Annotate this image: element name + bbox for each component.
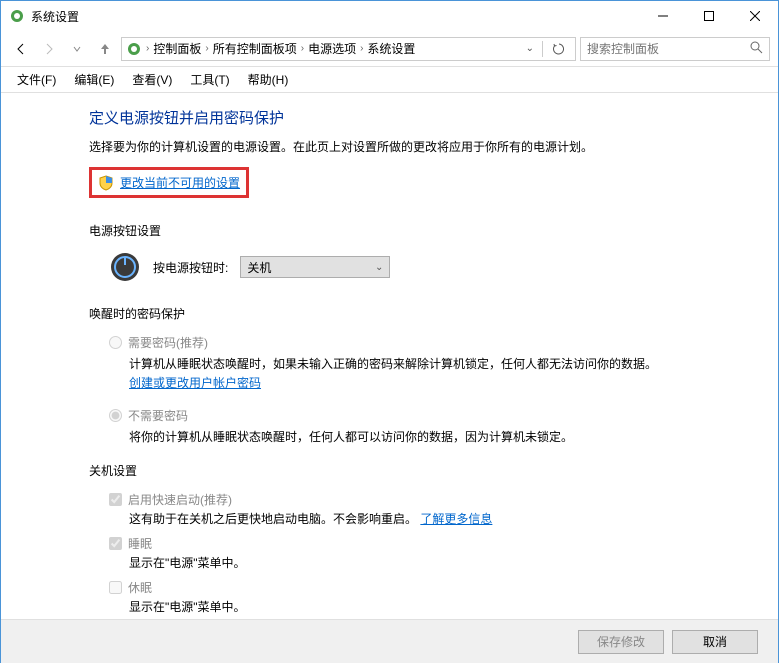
up-button[interactable]: [93, 37, 117, 61]
shield-icon: [98, 175, 114, 191]
save-button[interactable]: 保存修改: [578, 630, 664, 654]
control-panel-icon: [126, 41, 142, 57]
recent-dropdown[interactable]: [65, 37, 89, 61]
menubar: 文件(F) 编辑(E) 查看(V) 工具(T) 帮助(H): [1, 67, 778, 93]
back-button[interactable]: [9, 37, 33, 61]
breadcrumb-item[interactable]: 所有控制面板项: [209, 40, 301, 57]
menu-file[interactable]: 文件(F): [9, 68, 64, 91]
power-button-dropdown[interactable]: 关机 ⌄: [240, 256, 390, 278]
minimize-button[interactable]: [640, 1, 686, 31]
check-fastboot-desc: 这有助于在关机之后更快地启动电脑。不会影响重启。 了解更多信息: [129, 510, 748, 527]
check-hibernate: 休眠: [109, 579, 748, 596]
check-hibernate-input[interactable]: [109, 581, 122, 594]
chevron-down-icon: ⌄: [375, 262, 383, 273]
content-area: 定义电源按钮并启用密码保护 选择要为你的计算机设置的电源设置。在此页上对设置所做…: [1, 93, 778, 619]
page-subheading: 选择要为你的计算机设置的电源设置。在此页上对设置所做的更改将应用于你所有的电源计…: [89, 138, 748, 155]
page-heading: 定义电源按钮并启用密码保护: [89, 107, 748, 128]
breadcrumb-item[interactable]: 电源选项: [304, 40, 360, 57]
check-fastboot-label: 启用快速启动(推荐): [128, 491, 232, 508]
search-box[interactable]: [580, 37, 770, 61]
navbar: › 控制面板 › 所有控制面板项 › 电源选项 › 系统设置 ⌄: [1, 31, 778, 67]
footer: 保存修改 取消: [1, 619, 778, 663]
radio-require-password: 需要密码(推荐): [109, 334, 748, 351]
close-button[interactable]: [732, 1, 778, 31]
power-options-icon: [9, 8, 25, 24]
radio-require-label: 需要密码(推荐): [128, 334, 208, 351]
learn-more-link[interactable]: 了解更多信息: [420, 512, 492, 526]
power-button-section-title: 电源按钮设置: [89, 222, 748, 239]
change-unavailable-settings-link[interactable]: 更改当前不可用的设置: [120, 174, 240, 191]
shutdown-section-title: 关机设置: [89, 462, 748, 479]
breadcrumb-item[interactable]: 控制面板: [149, 40, 205, 57]
menu-help[interactable]: 帮助(H): [240, 68, 297, 91]
cancel-button[interactable]: 取消: [672, 630, 758, 654]
forward-button[interactable]: [37, 37, 61, 61]
check-hibernate-desc: 显示在"电源"菜单中。: [129, 598, 748, 615]
check-sleep: 睡眠: [109, 535, 748, 552]
radio-no-password: 不需要密码: [109, 407, 748, 424]
wakeup-section-title: 唤醒时的密码保护: [89, 305, 748, 322]
menu-tools[interactable]: 工具(T): [182, 68, 237, 91]
power-button-label: 按电源按钮时:: [153, 259, 228, 276]
power-button-row: 按电源按钮时: 关机 ⌄: [109, 251, 748, 283]
check-fastboot-input[interactable]: [109, 493, 122, 506]
menu-view[interactable]: 查看(V): [124, 68, 180, 91]
power-button-value: 关机: [247, 259, 271, 276]
radio-no-desc: 将你的计算机从睡眠状态唤醒时，任何人都可以访问你的数据，因为计算机未锁定。: [129, 428, 669, 447]
check-sleep-input[interactable]: [109, 537, 122, 550]
radio-no-input[interactable]: [109, 409, 122, 422]
radio-require-input[interactable]: [109, 336, 122, 349]
address-dropdown[interactable]: ⌄: [522, 43, 538, 54]
check-sleep-label: 睡眠: [128, 535, 152, 552]
radio-require-desc: 计算机从睡眠状态唤醒时，如果未输入正确的密码来解除计算机锁定，任何人都无法访问你…: [129, 355, 669, 393]
check-sleep-desc: 显示在"电源"菜单中。: [129, 554, 748, 571]
window-controls: [640, 1, 778, 31]
radio-no-label: 不需要密码: [128, 407, 188, 424]
breadcrumb[interactable]: › 控制面板 › 所有控制面板项 › 电源选项 › 系统设置 ⌄: [121, 37, 576, 61]
check-fastboot: 启用快速启动(推荐): [109, 491, 748, 508]
titlebar: 系统设置: [1, 1, 778, 31]
check-hibernate-label: 休眠: [128, 579, 152, 596]
menu-edit[interactable]: 编辑(E): [66, 68, 122, 91]
breadcrumb-item[interactable]: 系统设置: [363, 40, 419, 57]
search-input[interactable]: [587, 42, 750, 56]
power-button-icon: [109, 251, 141, 283]
maximize-button[interactable]: [686, 1, 732, 31]
create-password-link[interactable]: 创建或更改用户帐户密码: [129, 376, 261, 390]
admin-link-highlight: 更改当前不可用的设置: [89, 167, 249, 198]
refresh-button[interactable]: [547, 37, 571, 61]
window-title: 系统设置: [31, 8, 640, 25]
search-icon[interactable]: [750, 41, 763, 57]
